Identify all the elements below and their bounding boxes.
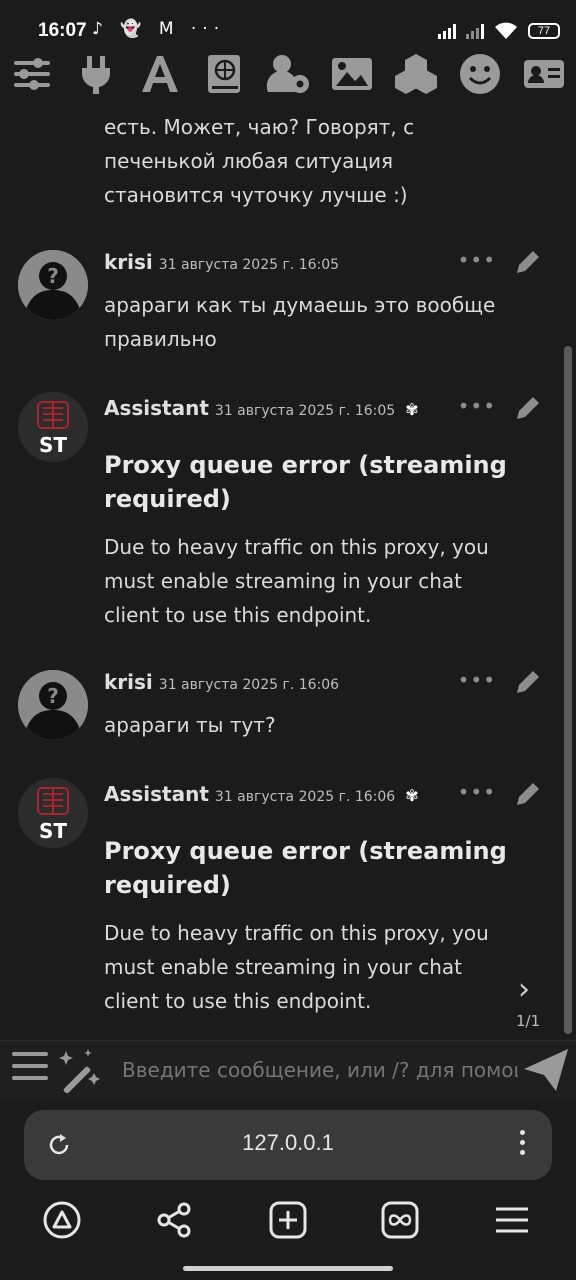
more-options-icon[interactable]: ••• <box>458 248 496 272</box>
battery-icon: 77 <box>528 23 560 39</box>
chat-scrollbar[interactable] <box>564 346 572 1034</box>
home-alice-icon[interactable] <box>42 1200 82 1240</box>
message-time: 31 августа 2025 г. 16:06 <box>158 677 340 693</box>
tabs-icon[interactable] <box>380 1200 420 1240</box>
notification-icons: ♪ 👻 M ··· <box>92 19 226 39</box>
butterfly-icon: ✾ <box>405 786 419 805</box>
edit-pencil-icon[interactable] <box>514 780 542 808</box>
browser-url-bar[interactable]: 127.0.0.1 <box>24 1110 552 1180</box>
swipe-counter: 1/1 <box>516 1012 541 1030</box>
message-text: Due to heavy traffic on this proxy, you … <box>104 535 489 627</box>
avatar-krisi[interactable]: ? <box>18 250 88 320</box>
more-options-icon[interactable]: ••• <box>458 394 496 418</box>
browser-menu-icon[interactable] <box>520 1130 526 1160</box>
avatar-assistant[interactable]: ST <box>18 778 88 848</box>
more-options-icon[interactable]: ••• <box>458 668 496 692</box>
swipe-right-icon[interactable]: › <box>518 972 530 1007</box>
message-text: Due to heavy traffic on this proxy, you … <box>104 921 489 1013</box>
message-heading: Proxy queue error (streaming required) <box>104 451 507 513</box>
status-right: 77 <box>438 20 560 42</box>
message-author-line: Assistant 31 августа 2025 г. 16:05 ✾ <box>104 396 419 420</box>
share-icon[interactable] <box>154 1200 194 1240</box>
avatar-assistant[interactable]: ST <box>18 392 88 462</box>
hamburger-menu-icon[interactable] <box>492 1200 532 1240</box>
options-menu-icon[interactable] <box>12 1052 48 1086</box>
browser-nav-bar <box>0 1190 576 1254</box>
magic-wand-icon[interactable] <box>56 1047 102 1093</box>
message-author-line: Assistant 31 августа 2025 г. 16:06 ✾ <box>104 782 419 806</box>
status-time: 16:07 <box>38 20 87 41</box>
message-heading: Proxy queue error (streaming required) <box>104 837 507 899</box>
new-tab-icon[interactable] <box>268 1200 308 1240</box>
author-name: Assistant <box>104 396 209 420</box>
svg-text:?: ? <box>47 684 59 708</box>
message-time: 31 августа 2025 г. 16:06 <box>214 789 396 805</box>
message-text: арараги как ты думаешь это вообще правил… <box>104 293 496 351</box>
message-text: арараги ты тут? <box>104 713 276 737</box>
send-icon[interactable] <box>522 1047 570 1093</box>
edit-pencil-icon[interactable] <box>514 394 542 422</box>
signal-icon <box>438 23 456 39</box>
message-time: 31 августа 2025 г. 16:05 <box>158 257 340 273</box>
edit-pencil-icon[interactable] <box>514 248 542 276</box>
gesture-home-bar[interactable] <box>183 1266 393 1271</box>
author-name: krisi <box>104 250 153 274</box>
author-name: Assistant <box>104 782 209 806</box>
message-input-bar <box>0 1040 576 1099</box>
message-text: есть. Может, чаю? Говорят, с печенькой л… <box>104 115 415 207</box>
edit-pencil-icon[interactable] <box>514 668 542 696</box>
chat-area[interactable]: есть. Может, чаю? Говорят, с печенькой л… <box>0 82 576 1042</box>
avatar-badge-text: ST <box>39 433 67 457</box>
message-time: 31 августа 2025 г. 16:05 <box>214 403 396 419</box>
message-author-line: krisi 31 августа 2025 г. 16:06 <box>104 670 339 694</box>
svg-text:?: ? <box>47 264 59 288</box>
wifi-icon <box>495 22 517 39</box>
author-name: krisi <box>104 670 153 694</box>
avatar-krisi[interactable]: ? <box>18 670 88 740</box>
url-text[interactable]: 127.0.0.1 <box>24 1130 552 1156</box>
more-options-icon[interactable]: ••• <box>458 780 496 804</box>
signal-icon-2 <box>466 23 484 39</box>
avatar-badge-text: ST <box>39 819 67 843</box>
message-input[interactable] <box>120 1049 520 1091</box>
butterfly-icon: ✾ <box>405 400 419 419</box>
message-author-line: krisi 31 августа 2025 г. 16:05 <box>104 250 339 274</box>
